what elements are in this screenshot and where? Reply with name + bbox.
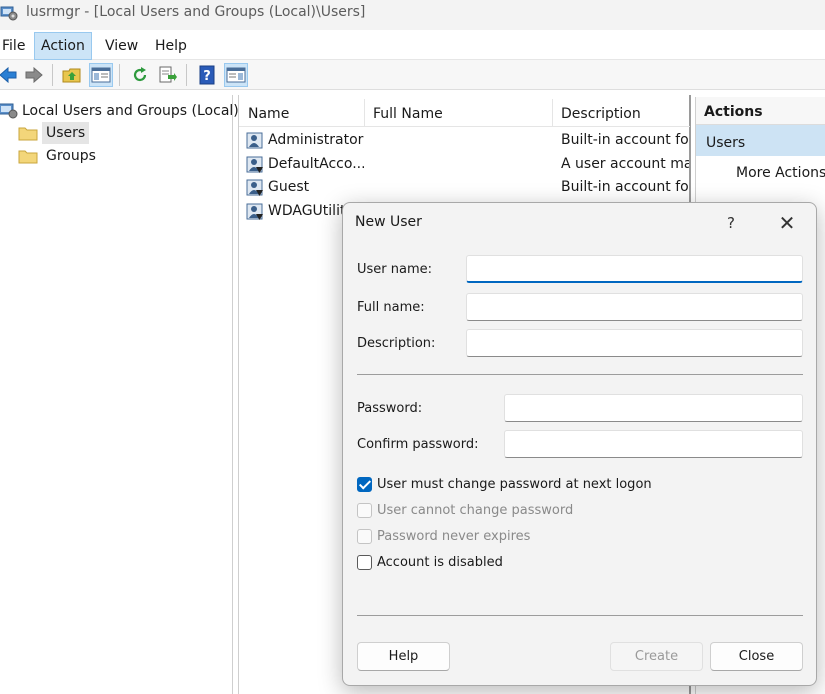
toolbar-separator xyxy=(119,64,120,86)
column-header-name[interactable]: Name xyxy=(239,95,289,127)
actions-section-users[interactable]: Users xyxy=(696,125,825,156)
folder-icon xyxy=(18,127,38,141)
show-hide-console-tree-button[interactable] xyxy=(89,63,113,87)
back-icon xyxy=(0,67,17,83)
tree-root-label: Local Users and Groups (Local) xyxy=(22,103,239,119)
user-description-cell: Built-in account for xyxy=(561,132,689,148)
help-button[interactable]: Help xyxy=(357,642,450,671)
menu-help[interactable]: Help xyxy=(149,32,193,60)
back-button[interactable] xyxy=(0,63,20,87)
menu-action[interactable]: Action xyxy=(34,32,92,60)
description-field[interactable] xyxy=(466,329,803,357)
disabled-user-icon xyxy=(246,179,263,196)
list-header: Name Full Name Description xyxy=(239,95,690,127)
divider xyxy=(357,374,803,375)
tree-item-groups-label: Groups xyxy=(46,148,96,164)
divider xyxy=(357,615,803,616)
console-tree-pane: Local Users and Groups (Local) Users Gro… xyxy=(0,95,239,694)
menu-file[interactable]: File xyxy=(0,32,31,60)
show-hide-action-pane-icon xyxy=(226,67,246,83)
user-name-cell: Administrator xyxy=(268,132,364,148)
password-field[interactable] xyxy=(504,394,803,422)
show-hide-tree-icon xyxy=(91,67,111,83)
dialog-title: New User xyxy=(355,214,422,230)
fullname-field[interactable] xyxy=(466,293,803,321)
create-button[interactable]: Create xyxy=(610,642,703,671)
forward-icon xyxy=(25,67,43,83)
user-icon xyxy=(246,132,263,149)
computer-icon xyxy=(0,103,18,119)
dialog-help-icon[interactable]: ? xyxy=(721,211,741,235)
folder-icon xyxy=(18,150,38,164)
forward-button[interactable] xyxy=(22,63,46,87)
user-description-cell: A user account man xyxy=(561,156,689,172)
more-actions-link[interactable]: More Actions xyxy=(736,161,825,185)
new-user-dialog: New User ? ✕ User name: Full name: Descr… xyxy=(342,202,817,686)
actions-title: Actions xyxy=(696,97,825,125)
column-header-description[interactable]: Description xyxy=(552,95,641,127)
password-label: Password: xyxy=(357,401,423,416)
checkbox-label: Password never expires xyxy=(377,529,531,544)
table-row[interactable]: Guest Built-in account for xyxy=(239,176,690,199)
user-description-cell: Built-in account for xyxy=(561,179,689,195)
column-header-full-name[interactable]: Full Name xyxy=(364,95,443,127)
checkbox-box[interactable] xyxy=(357,503,372,518)
help-icon: ? xyxy=(199,65,215,85)
toolbar-separator xyxy=(52,64,53,86)
menu-bar: File Action View Help xyxy=(0,30,825,60)
disabled-user-icon xyxy=(246,203,263,220)
dialog-close-icon[interactable]: ✕ xyxy=(775,211,799,235)
tree-item-root[interactable]: Local Users and Groups (Local) xyxy=(0,100,243,122)
up-folder-icon xyxy=(62,68,81,83)
refresh-button[interactable] xyxy=(128,63,152,87)
close-button[interactable]: Close xyxy=(710,642,803,671)
confirm-password-field[interactable] xyxy=(504,430,803,458)
help-toolbar-button[interactable]: ? xyxy=(195,63,219,87)
export-list-icon xyxy=(159,66,177,83)
username-field[interactable] xyxy=(466,255,803,283)
up-one-level-button[interactable] xyxy=(60,63,84,87)
svg-text:?: ? xyxy=(203,69,211,84)
fullname-label: Full name: xyxy=(357,300,425,315)
menu-view[interactable]: View xyxy=(99,32,144,60)
title-bar: lusrmgr - [Local Users and Groups (Local… xyxy=(0,0,825,30)
toolbar: ? xyxy=(0,60,825,90)
toolbar-separator xyxy=(186,64,187,86)
username-label: User name: xyxy=(357,262,433,277)
show-hide-action-pane-button[interactable] xyxy=(224,63,248,87)
table-row[interactable]: Administrator Built-in account for xyxy=(239,129,690,152)
tree-item-groups[interactable]: Groups xyxy=(18,145,100,167)
computer-management-icon xyxy=(0,6,18,21)
user-name-cell: DefaultAcco... xyxy=(268,156,364,172)
tree-item-users-label: Users xyxy=(42,122,90,144)
disabled-user-icon xyxy=(246,156,263,173)
table-row[interactable]: DefaultAcco... A user account man xyxy=(239,153,690,176)
export-list-button[interactable] xyxy=(156,63,180,87)
checkbox-label: Account is disabled xyxy=(377,555,503,570)
tree-item-users[interactable]: Users xyxy=(18,122,90,144)
checkbox-box[interactable] xyxy=(357,529,372,544)
checkbox-box[interactable] xyxy=(357,555,372,570)
checkbox-label: User cannot change password xyxy=(377,503,574,518)
refresh-icon xyxy=(133,67,147,82)
description-label: Description: xyxy=(357,336,436,351)
user-name-cell: Guest xyxy=(268,179,310,195)
more-actions-label: More Actions xyxy=(736,165,825,181)
confirm-password-label: Confirm password: xyxy=(357,437,479,452)
checkbox-label: User must change password at next logon xyxy=(377,477,652,492)
checkbox-box[interactable] xyxy=(357,477,372,492)
window-title: lusrmgr - [Local Users and Groups (Local… xyxy=(26,4,366,20)
